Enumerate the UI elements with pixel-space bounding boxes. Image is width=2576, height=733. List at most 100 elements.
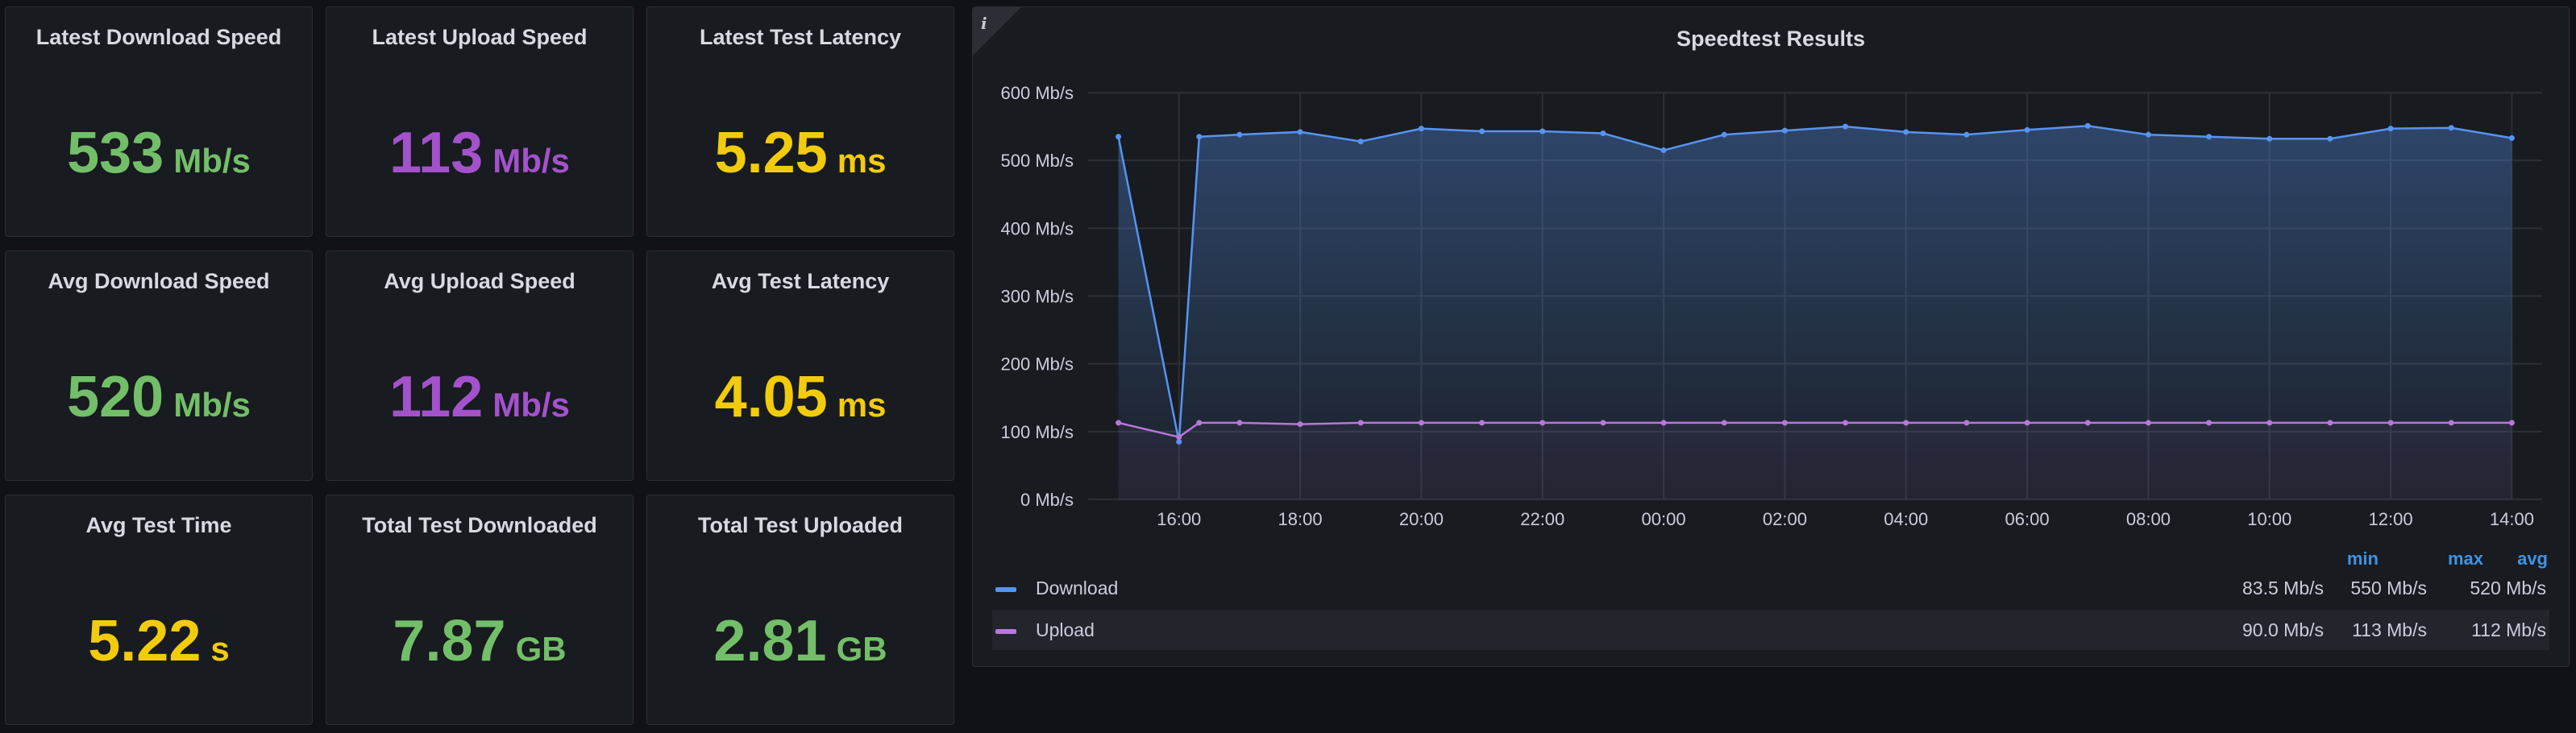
stat-panel-latest-download-speed[interactable]: Latest Download Speed 533 Mb/s bbox=[5, 6, 313, 237]
data-point-upload[interactable] bbox=[1539, 420, 1546, 426]
data-point-download[interactable] bbox=[1418, 126, 1424, 132]
data-point-upload[interactable] bbox=[2084, 420, 2091, 426]
x-tick-label: 08:00 bbox=[2126, 509, 2171, 529]
stat-title: Avg Upload Speed bbox=[384, 269, 575, 293]
stat-panel-total-test-uploaded[interactable]: Total Test Uploaded 2.81 GB bbox=[646, 495, 954, 725]
data-point-download[interactable] bbox=[1357, 139, 1364, 145]
legend-avg-upload: 112 Mb/s bbox=[2471, 619, 2546, 640]
stat-value: 4.05 ms bbox=[647, 364, 954, 430]
legend-max-upload: 113 Mb/s bbox=[2352, 619, 2427, 640]
x-tick-label: 04:00 bbox=[1884, 509, 1928, 529]
y-tick-label: 200 Mb/s bbox=[1001, 354, 1074, 375]
data-point-download[interactable] bbox=[1297, 129, 1303, 135]
data-point-upload[interactable] bbox=[1236, 420, 1243, 426]
data-point-upload[interactable] bbox=[1357, 420, 1364, 426]
data-point-download[interactable] bbox=[1539, 128, 1546, 135]
data-point-upload[interactable] bbox=[1176, 434, 1182, 441]
data-point-download[interactable] bbox=[1660, 147, 1667, 154]
stat-title: Latest Upload Speed bbox=[372, 25, 588, 49]
legend-row-upload[interactable]: Upload 90.0 Mb/s 113 Mb/s 112 Mb/s bbox=[992, 610, 2549, 650]
data-point-upload[interactable] bbox=[1196, 420, 1203, 426]
data-point-upload[interactable] bbox=[1781, 420, 1788, 426]
data-point-upload[interactable] bbox=[1418, 420, 1424, 426]
stat-value: 113 Mb/s bbox=[326, 120, 633, 186]
x-tick-label: 22:00 bbox=[1520, 509, 1564, 529]
data-point-upload[interactable] bbox=[1479, 420, 1485, 426]
stat-panel-avg-upload-speed[interactable]: Avg Upload Speed 112 Mb/s bbox=[326, 251, 634, 481]
stat-value: 5.22 s bbox=[6, 608, 312, 674]
stat-panel-avg-test-time[interactable]: Avg Test Time 5.22 s bbox=[5, 495, 313, 725]
data-point-upload[interactable] bbox=[1963, 420, 1970, 426]
data-point-download[interactable] bbox=[2145, 131, 2151, 138]
data-point-download[interactable] bbox=[2508, 135, 2515, 141]
data-point-download[interactable] bbox=[2327, 135, 2333, 142]
data-point-download[interactable] bbox=[2084, 122, 2091, 129]
data-point-upload[interactable] bbox=[2206, 420, 2212, 426]
stat-number: 4.05 bbox=[714, 365, 828, 429]
data-point-upload[interactable] bbox=[2024, 420, 2030, 426]
data-point-download[interactable] bbox=[1236, 131, 1243, 138]
data-point-upload[interactable] bbox=[2327, 420, 2333, 426]
data-point-download[interactable] bbox=[2387, 126, 2394, 132]
series-area-upload bbox=[1118, 422, 2512, 499]
x-tick-label: 00:00 bbox=[1642, 509, 1686, 529]
y-tick-label: 0 Mb/s bbox=[1020, 490, 1074, 510]
data-point-upload[interactable] bbox=[2448, 420, 2454, 426]
data-point-upload[interactable] bbox=[2266, 420, 2273, 426]
data-point-upload[interactable] bbox=[1721, 420, 1727, 426]
stat-panel-total-test-downloaded[interactable]: Total Test Downloaded 7.87 GB bbox=[326, 495, 634, 725]
legend-min-download: 83.5 Mb/s bbox=[2242, 578, 2324, 598]
stat-number: 5.22 bbox=[88, 609, 202, 673]
stat-title: Latest Test Latency bbox=[699, 25, 902, 49]
legend-header-max[interactable]: max bbox=[2379, 549, 2483, 569]
x-tick-label: 20:00 bbox=[1399, 509, 1444, 529]
data-point-download[interactable] bbox=[1116, 134, 1122, 140]
stat-unit: Mb/s bbox=[173, 386, 251, 424]
data-point-upload[interactable] bbox=[1297, 421, 1303, 428]
data-point-download[interactable] bbox=[2206, 134, 2212, 140]
panel-title[interactable]: Speedtest Results bbox=[973, 27, 2569, 52]
speedtest-results-panel[interactable]: i Speedtest Results 0 Mb/s 100 Mb/s 200 Mb… bbox=[972, 6, 2570, 667]
data-point-download[interactable] bbox=[2448, 125, 2454, 131]
data-point-upload[interactable] bbox=[2145, 420, 2151, 426]
x-tick-label: 16:00 bbox=[1157, 509, 1201, 529]
data-point-upload[interactable] bbox=[1600, 420, 1606, 426]
stat-panel-avg-test-latency[interactable]: Avg Test Latency 4.05 ms bbox=[646, 251, 954, 481]
data-point-upload[interactable] bbox=[1116, 420, 1122, 426]
legend-header-avg[interactable]: avg bbox=[2483, 549, 2548, 569]
stat-title: Latest Download Speed bbox=[35, 25, 282, 49]
x-tick-label: 06:00 bbox=[2005, 509, 2050, 529]
data-point-download[interactable] bbox=[1600, 130, 1606, 136]
stat-value: 5.25 ms bbox=[647, 120, 954, 186]
legend-row-download[interactable]: Download 83.5 Mb/s 550 Mb/s 520 Mb/s bbox=[992, 568, 2549, 608]
legend-max-download: 550 Mb/s bbox=[2350, 578, 2427, 598]
stat-panel-latest-upload-speed[interactable]: Latest Upload Speed 113 Mb/s bbox=[326, 6, 634, 237]
line-chart[interactable]: 0 Mb/s 100 Mb/s 200 Mb/s 300 Mb/s 400 Mb/s 50… bbox=[973, 56, 2570, 587]
stat-unit: GB bbox=[836, 630, 887, 668]
legend-name-download[interactable]: Download bbox=[1036, 578, 1118, 599]
x-tick-label: 14:00 bbox=[2490, 509, 2534, 529]
stat-value: 533 Mb/s bbox=[6, 120, 312, 186]
data-point-upload[interactable] bbox=[1903, 420, 1909, 426]
stat-number: 112 bbox=[389, 365, 484, 429]
data-point-upload[interactable] bbox=[2387, 420, 2394, 426]
data-point-download[interactable] bbox=[2024, 126, 2030, 133]
data-point-download[interactable] bbox=[1721, 131, 1727, 138]
data-point-download[interactable] bbox=[1903, 129, 1909, 135]
data-point-download[interactable] bbox=[1479, 128, 1485, 135]
data-point-upload[interactable] bbox=[2508, 420, 2515, 426]
data-point-upload[interactable] bbox=[1843, 420, 1849, 426]
stat-panel-avg-download-speed[interactable]: Avg Download Speed 520 Mb/s bbox=[5, 251, 313, 481]
data-point-download[interactable] bbox=[2266, 135, 2273, 142]
data-point-upload[interactable] bbox=[1660, 420, 1667, 426]
stat-value: 7.87 GB bbox=[326, 608, 633, 674]
legend-header-min[interactable]: min bbox=[2274, 549, 2379, 569]
stat-value: 112 Mb/s bbox=[326, 364, 633, 430]
stat-panel-latest-test-latency[interactable]: Latest Test Latency 5.25 ms bbox=[646, 6, 954, 237]
data-point-download[interactable] bbox=[1781, 127, 1788, 134]
legend-name-upload[interactable]: Upload bbox=[1036, 619, 1095, 641]
data-point-download[interactable] bbox=[1843, 123, 1849, 130]
data-point-download[interactable] bbox=[1196, 134, 1203, 140]
data-point-download[interactable] bbox=[1963, 131, 1970, 138]
stat-unit: ms bbox=[837, 386, 887, 424]
